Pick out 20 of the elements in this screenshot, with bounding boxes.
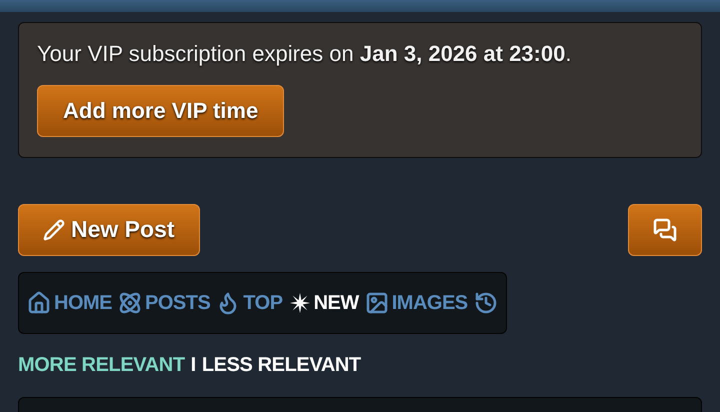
new-post-button[interactable]: New Post <box>18 204 200 256</box>
nav-tab[interactable]: HOME <box>27 291 112 315</box>
separator-text: I <box>190 354 196 377</box>
history-icon <box>474 291 498 315</box>
speech-bubbles-icon <box>653 218 677 242</box>
relevance-link[interactable]: MORE RELEVANT <box>18 354 185 377</box>
pencil-icon <box>43 218 65 240</box>
nav-tab[interactable]: POSTS <box>118 291 210 315</box>
chat-button[interactable] <box>628 204 702 256</box>
add-vip-time-button[interactable]: Add more VIP time <box>37 85 284 137</box>
image-icon <box>364 291 389 315</box>
relevance-link[interactable]: LESS RELEVANT <box>202 354 361 377</box>
nav-tab[interactable]: NEW <box>288 292 359 314</box>
home-icon <box>27 291 51 315</box>
atom-icon <box>118 291 142 315</box>
nav-tab[interactable] <box>474 291 498 315</box>
vip-expiry-text: Your VIP subscription expires on Jan 3, 2026 at 23:00. <box>37 41 572 67</box>
nav-tab[interactable]: TOP <box>216 291 283 315</box>
sparkle-icon <box>288 292 311 314</box>
nav-tab[interactable]: IMAGES <box>364 291 468 315</box>
